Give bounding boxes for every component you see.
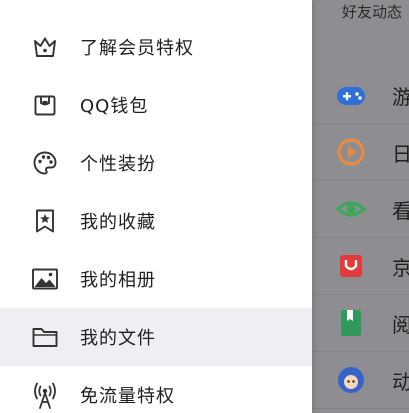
book-icon xyxy=(336,308,366,338)
app-row-jd[interactable]: 京 xyxy=(312,238,409,295)
menu-item-label: 我的文件 xyxy=(80,328,156,349)
menu-item-free-data[interactable]: 免流量特权 xyxy=(0,366,312,413)
app-row-watch[interactable]: 看 xyxy=(312,181,409,238)
menu-item-qq-wallet[interactable]: QQ钱包 xyxy=(0,76,312,134)
eye-icon xyxy=(336,194,366,224)
menu-item-label: 我的收藏 xyxy=(80,212,156,233)
app-row-label: 日 xyxy=(392,141,409,166)
shopping-bag-icon xyxy=(336,251,366,281)
drawer-menu: 了解会员特权 QQ钱包 个性装扮 我的收藏 我的相册 我的文件 免流量特权 xyxy=(0,18,312,413)
crown-icon xyxy=(30,32,60,62)
menu-item-my-favorites[interactable]: 我的收藏 xyxy=(0,192,312,250)
app-row-label: 游 xyxy=(392,85,409,109)
app-row-game[interactable]: 游 xyxy=(312,68,409,124)
signal-tower-icon xyxy=(30,380,60,410)
bookmark-star-icon xyxy=(30,206,60,236)
app-row-label: 动 xyxy=(392,369,409,394)
photo-icon xyxy=(30,264,60,294)
menu-item-label: QQ钱包 xyxy=(80,96,149,117)
menu-item-label: 了解会员特权 xyxy=(80,38,194,59)
menu-item-label: 个性装扮 xyxy=(80,154,156,175)
folder-icon xyxy=(30,322,60,352)
play-circle-icon xyxy=(336,137,366,167)
screen: 好友动态 游 日 看 京 阅 动 了解会员特权 QQ钱包 个性装扮 我的收藏 我… xyxy=(0,0,409,413)
menu-item-label: 我的相册 xyxy=(80,270,156,291)
menu-item-personal-dress[interactable]: 个性装扮 xyxy=(0,134,312,192)
app-list: 游 日 看 京 阅 动 xyxy=(312,68,409,409)
app-row-read[interactable]: 阅 xyxy=(312,295,409,352)
app-row-daily[interactable]: 日 xyxy=(312,124,409,181)
palette-icon xyxy=(30,148,60,178)
app-row-label: 阅 xyxy=(392,312,409,337)
menu-item-my-album[interactable]: 我的相册 xyxy=(0,250,312,308)
app-row-anime[interactable]: 动 xyxy=(312,352,409,409)
app-row-label: 看 xyxy=(392,198,409,223)
side-drawer: 了解会员特权 QQ钱包 个性装扮 我的收藏 我的相册 我的文件 免流量特权 xyxy=(0,0,312,413)
menu-item-vip-privileges[interactable]: 了解会员特权 xyxy=(0,18,312,76)
menu-item-my-files[interactable]: 我的文件 xyxy=(0,308,312,366)
wallet-icon xyxy=(30,90,60,120)
avatar-icon xyxy=(336,365,366,395)
app-row-label: 京 xyxy=(392,255,409,280)
feed-header: 好友动态 xyxy=(342,3,403,21)
gamepad-icon xyxy=(336,81,366,111)
menu-item-label: 免流量特权 xyxy=(80,386,175,407)
